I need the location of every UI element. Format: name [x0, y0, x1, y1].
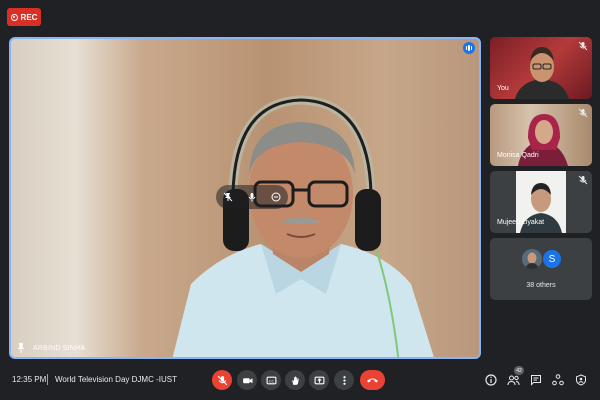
bottom-control-bar: 12:35 PM World Television Day DJMC -IUST… [0, 360, 600, 400]
meeting-title: World Television Day DJMC -IUST [55, 375, 177, 384]
recording-label: REC [20, 12, 38, 22]
meeting-details-button[interactable] [484, 373, 498, 387]
mic-off-icon [578, 108, 588, 118]
participant-name: Mujeeb Liyakat [497, 219, 545, 226]
videocam-icon [242, 377, 252, 383]
raise-hand-button[interactable] [285, 370, 305, 390]
tile-overlay-controls [216, 185, 288, 209]
present-screen-icon [314, 376, 324, 384]
svg-text:CC: CC [268, 378, 274, 383]
people-count-badge: 42 [514, 366, 524, 375]
end-call-icon [367, 378, 378, 383]
activities-icon [552, 374, 564, 386]
chat-icon [531, 375, 541, 386]
others-count-label: 38 others [526, 282, 556, 289]
captions-button[interactable]: CC [261, 370, 281, 390]
recording-badge: REC [7, 8, 41, 26]
more-options-button[interactable] [334, 370, 354, 390]
audio-level-icon [463, 42, 475, 54]
present-screen-button[interactable] [309, 370, 329, 390]
pin-icon[interactable] [222, 191, 234, 203]
others-avatar-photo [522, 249, 542, 269]
host-controls-icon [576, 374, 586, 386]
speaker-video [172, 95, 434, 357]
people-icon [507, 375, 519, 386]
main-speaker-label: ARBIND SINHA [33, 344, 86, 352]
separator [47, 374, 48, 385]
info-icon [485, 374, 497, 386]
people-button[interactable] [506, 373, 520, 387]
activities-button[interactable] [551, 373, 565, 387]
record-icon [10, 13, 18, 21]
mute-participant-icon[interactable] [246, 191, 258, 203]
host-controls-button[interactable] [574, 373, 588, 387]
pin-icon [17, 343, 25, 353]
camera-toggle-button[interactable] [237, 370, 257, 390]
closed-caption-icon: CC [266, 376, 276, 384]
mic-off-icon [578, 175, 588, 185]
remove-participant-icon[interactable] [270, 191, 282, 203]
meeting-time: 12:35 PM [12, 375, 47, 384]
main-speaker-tile[interactable]: ARBIND SINHA [9, 37, 481, 359]
participant-tile-monisa-qadri[interactable]: Monisa Qadri [490, 104, 592, 166]
microphone-toggle-button[interactable] [212, 370, 232, 390]
chat-button[interactable] [529, 373, 543, 387]
participant-name: Monisa Qadri [497, 152, 539, 159]
raise-hand-icon [291, 376, 299, 385]
others-avatar-letter: S [542, 249, 562, 269]
participant-tile-you[interactable]: You [490, 37, 592, 99]
leave-call-button[interactable] [360, 370, 385, 390]
others-tile[interactable]: S 38 others [490, 238, 592, 300]
mic-off-icon [578, 41, 588, 51]
participant-tile-mujeeb-liyakat[interactable]: Mujeeb Liyakat [490, 171, 592, 233]
main-speaker-name: ARBIND SINHA [17, 343, 85, 353]
more-options-icon [342, 375, 346, 385]
participant-name: You [497, 85, 509, 92]
mic-off-icon [217, 375, 227, 385]
